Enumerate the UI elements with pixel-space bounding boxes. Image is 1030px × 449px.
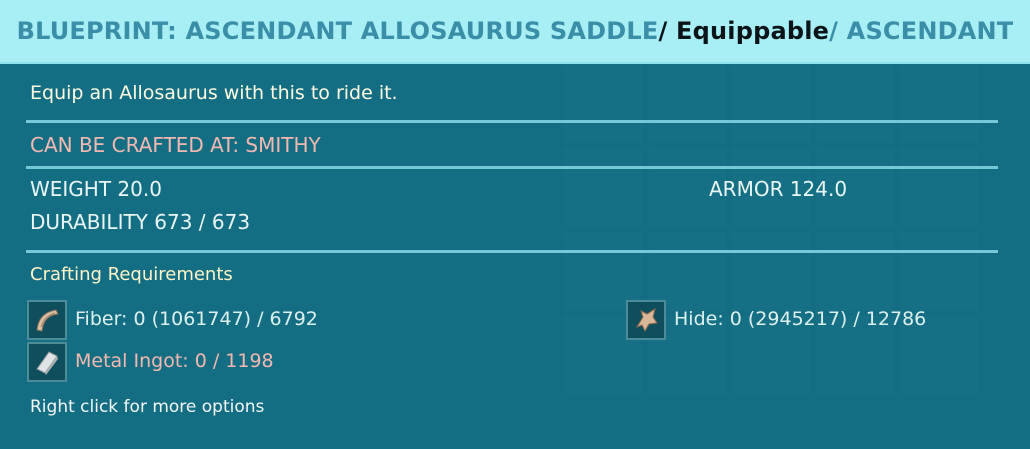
item-quality: ASCENDANT <box>846 17 1014 45</box>
hide-icon <box>626 300 666 340</box>
durability-stat: DURABILITY 673 / 673 <box>30 210 251 234</box>
requirement-metal-ingot: Metal Ingot: 0 / 1198 <box>75 350 274 372</box>
tooltip-title-bar: BLUEPRINT: ASCENDANT ALLOSAURUS SADDLE /… <box>0 0 1030 62</box>
weight-stat: WEIGHT 20.0 <box>30 177 162 201</box>
item-type: Equippable <box>676 17 830 45</box>
right-click-hint: Right click for more options <box>30 397 265 417</box>
requirement-fiber: Fiber: 0 (1061747) / 6792 <box>75 308 318 330</box>
title-separator-type: / Equippable <box>658 17 830 45</box>
armor-stat: ARMOR 124.0 <box>709 177 848 201</box>
title-separator-quality: / ASCENDANT <box>829 17 1014 45</box>
item-description: Equip an Allosaurus with this to ride it… <box>30 82 398 104</box>
metal-ingot-icon <box>27 342 67 382</box>
divider <box>26 250 998 253</box>
item-name: BLUEPRINT: ASCENDANT ALLOSAURUS SADDLE <box>16 17 659 45</box>
requirement-hide: Hide: 0 (2945217) / 12786 <box>674 308 927 330</box>
divider <box>26 166 998 169</box>
crafted-at-label: CAN BE CRAFTED AT: SMITHY <box>30 133 321 157</box>
divider <box>26 120 998 123</box>
fiber-icon <box>27 300 67 340</box>
crafting-requirements-title: Crafting Requirements <box>30 264 233 285</box>
